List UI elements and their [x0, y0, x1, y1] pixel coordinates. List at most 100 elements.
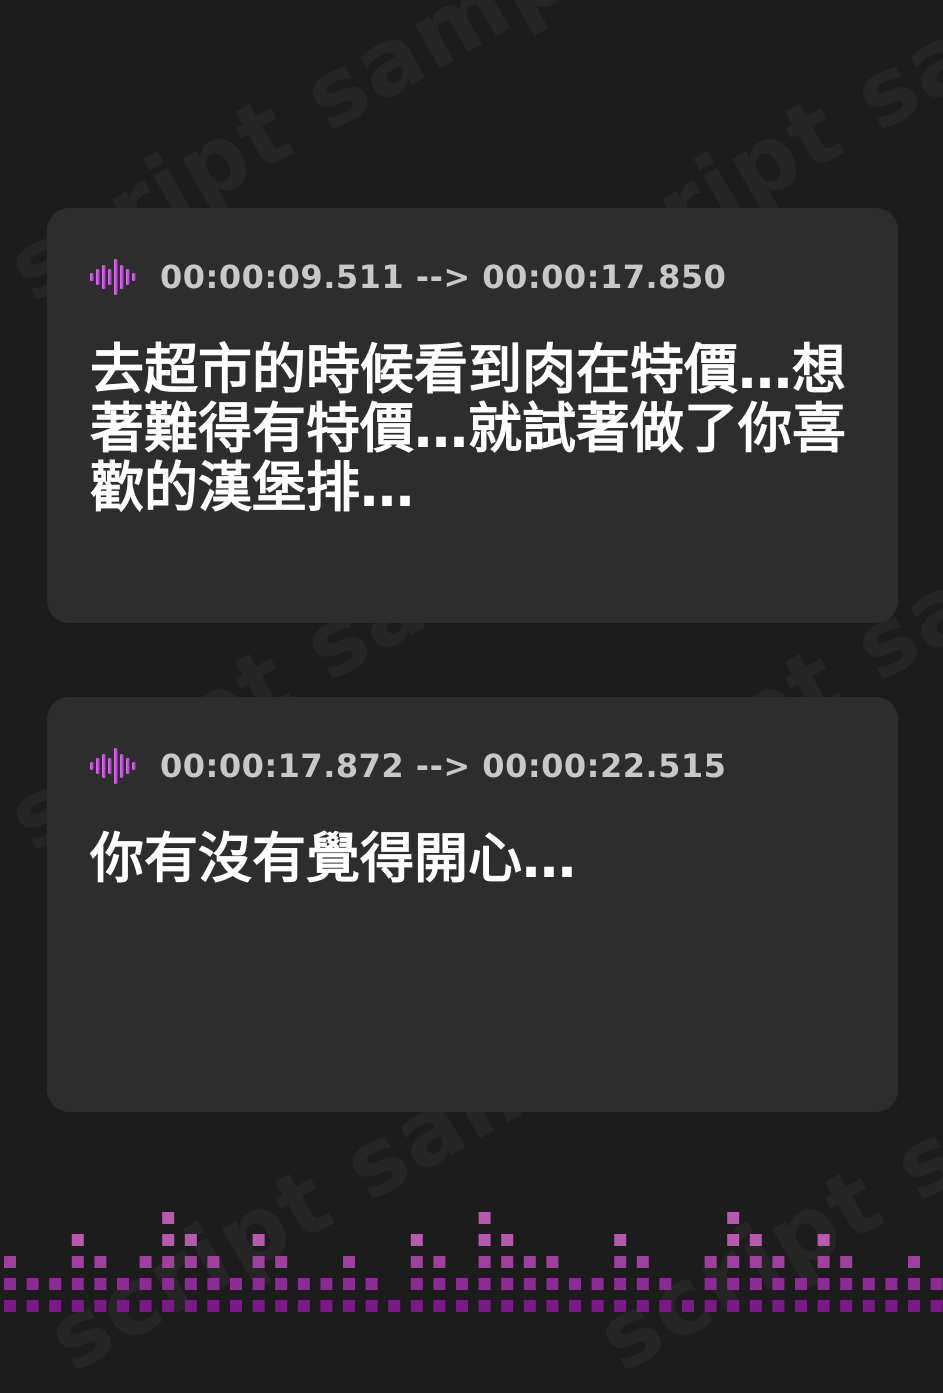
equalizer-block	[862, 1300, 875, 1312]
sound-wave-icon	[90, 748, 136, 784]
equalizer-block	[343, 1278, 355, 1290]
equalizer-block	[704, 1300, 717, 1312]
equalizer-block	[184, 1278, 197, 1290]
sound-wave-icon	[90, 259, 136, 295]
equalizer-block	[523, 1278, 536, 1290]
equalizer-block	[433, 1278, 446, 1290]
subtitle-card: 00:00:09.511 --> 00:00:17.850 去超市的時候看到肉在…	[47, 208, 898, 623]
equalizer-block	[252, 1234, 265, 1246]
equalizer-block	[569, 1300, 581, 1312]
equalizer-block	[478, 1278, 491, 1290]
equalizer-block	[26, 1278, 39, 1290]
equalizer-block	[117, 1278, 129, 1290]
equalizer-block	[4, 1256, 16, 1268]
equalizer-block	[230, 1300, 242, 1312]
equalizer-block	[410, 1300, 423, 1312]
equalizer-block	[727, 1234, 740, 1246]
equalizer-block	[410, 1278, 423, 1290]
equalizer-block	[297, 1278, 310, 1290]
equalizer-block	[749, 1256, 762, 1268]
equalizer-block	[207, 1278, 220, 1290]
equalizer-block	[343, 1256, 355, 1268]
equalizer-block	[365, 1278, 378, 1290]
equalizer-block	[501, 1234, 514, 1246]
equalizer-block	[930, 1300, 943, 1312]
equalizer-block	[614, 1256, 627, 1268]
equalizer-block	[614, 1234, 627, 1246]
equalizer-block	[433, 1300, 446, 1312]
equalizer-block	[410, 1256, 423, 1268]
equalizer-block	[772, 1278, 785, 1290]
equalizer-block	[184, 1234, 197, 1246]
timestamp-row: 00:00:09.511 --> 00:00:17.850	[90, 258, 726, 296]
equalizer-block	[772, 1256, 785, 1268]
equalizer-block	[320, 1278, 333, 1290]
equalizer-block	[71, 1256, 84, 1268]
equalizer-block	[49, 1300, 62, 1312]
equalizer-block	[162, 1300, 175, 1312]
equalizer-block	[94, 1278, 107, 1290]
equalizer-block	[297, 1300, 310, 1312]
equalizer-block	[885, 1300, 898, 1312]
equalizer-block	[636, 1300, 649, 1312]
equalizer-block	[71, 1300, 84, 1312]
equalizer-block	[71, 1278, 84, 1290]
subtitle-card: 00:00:17.872 --> 00:00:22.515 你有沒有覺得開心…	[47, 697, 898, 1112]
equalizer-block	[840, 1300, 853, 1312]
equalizer-block	[908, 1300, 920, 1312]
equalizer-block	[162, 1212, 175, 1224]
equalizer-block	[162, 1234, 175, 1246]
equalizer-block	[26, 1300, 39, 1312]
equalizer-block	[885, 1278, 898, 1290]
equalizer-block	[817, 1278, 830, 1290]
subtitle-text: 你有沒有覺得開心…	[90, 827, 576, 890]
equalizer-block	[772, 1300, 785, 1312]
equalizer-block	[252, 1256, 265, 1268]
equalizer-block	[275, 1300, 288, 1312]
equalizer-block	[207, 1300, 220, 1312]
equalizer-block	[139, 1278, 152, 1290]
equalizer-block	[523, 1300, 536, 1312]
equalizer-block	[614, 1300, 627, 1312]
equalizer-block	[546, 1278, 559, 1290]
equalizer-block	[727, 1300, 740, 1312]
equalizer-block	[546, 1300, 559, 1312]
equalizer-block	[682, 1300, 694, 1312]
equalizer-block	[840, 1256, 853, 1268]
equalizer-block	[139, 1300, 152, 1312]
equalizer-block	[4, 1278, 16, 1290]
equalizer-block	[410, 1234, 423, 1246]
equalizer-block	[230, 1278, 242, 1290]
equalizer-block	[659, 1300, 672, 1312]
equalizer-block	[433, 1256, 446, 1268]
equalizer-block	[704, 1256, 717, 1268]
equalizer-block	[501, 1256, 514, 1268]
equalizer-block	[4, 1300, 16, 1312]
equalizer-block	[275, 1256, 288, 1268]
equalizer-block	[162, 1278, 175, 1290]
equalizer-block	[456, 1278, 468, 1290]
equalizer-block	[569, 1278, 581, 1290]
equalizer-block	[478, 1234, 491, 1246]
equalizer-block	[478, 1300, 491, 1312]
equalizer-block	[591, 1278, 604, 1290]
equalizer-block	[117, 1300, 129, 1312]
equalizer-block	[840, 1278, 853, 1290]
equalizer-block	[275, 1278, 288, 1290]
equalizer-block	[636, 1278, 649, 1290]
timestamp-row: 00:00:17.872 --> 00:00:22.515	[90, 747, 726, 785]
equalizer-block	[184, 1300, 197, 1312]
equalizer-block	[71, 1234, 84, 1246]
equalizer-block	[795, 1278, 807, 1290]
equalizer-block	[523, 1256, 536, 1268]
equalizer-block	[749, 1278, 762, 1290]
equalizer-block	[49, 1278, 62, 1290]
timestamp: 00:00:17.872 --> 00:00:22.515	[160, 747, 727, 785]
equalizer-block	[94, 1256, 107, 1268]
equalizer-block	[908, 1278, 920, 1290]
equalizer-block	[614, 1278, 627, 1290]
equalizer-block	[207, 1256, 220, 1268]
subtitle-text: 去超市的時候看到肉在特價…想著難得有特價…就試著做了你喜歡的漢堡排…	[90, 338, 846, 519]
equalizer-block	[591, 1300, 604, 1312]
equalizer-block	[817, 1256, 830, 1268]
